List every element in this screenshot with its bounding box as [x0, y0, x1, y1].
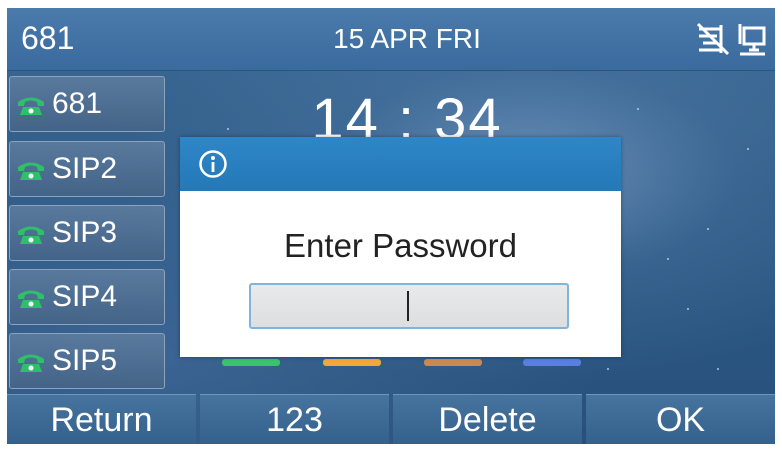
date-label: 15 APR FRI [333, 23, 481, 54]
dialog-header [180, 137, 621, 191]
phone-icon [18, 162, 44, 180]
line-key-label: 681 [52, 87, 103, 120]
return-button[interactable]: Return [7, 394, 196, 444]
delete-button[interactable]: Delete [393, 394, 582, 444]
idle-bar-brown [424, 359, 482, 366]
line-key-label: SIP4 [52, 280, 118, 313]
line-key-sip5[interactable]: SIP5 [9, 333, 165, 389]
account-number: 681 [21, 20, 75, 56]
idle-bar-orange [323, 359, 381, 366]
line-key-sip2[interactable]: SIP2 [9, 141, 165, 197]
input-mode-button[interactable]: 123 [200, 394, 389, 444]
line-key-label: SIP5 [52, 344, 118, 377]
phone-icon [18, 226, 44, 244]
network-disconnected-icon [696, 22, 730, 56]
status-bar: 681 15 APR FRI [7, 8, 775, 71]
dialog-title: Enter Password [284, 227, 517, 264]
phone-icon [18, 290, 44, 308]
line-key-sip3[interactable]: SIP3 [9, 205, 165, 261]
idle-bar-blue [523, 359, 581, 366]
idle-bar-green [222, 359, 280, 366]
line-key-label: SIP3 [52, 216, 118, 249]
text-caret [407, 291, 409, 321]
phone-screen: 681 15 APR FRI 681 SIP2 SIP3 SIP4 SIP5 1… [7, 8, 775, 444]
password-input[interactable] [249, 283, 569, 329]
ok-button[interactable]: OK [586, 394, 775, 444]
line-key-sip4[interactable]: SIP4 [9, 269, 165, 325]
password-dialog: Enter Password [180, 137, 621, 357]
phone-icon [18, 97, 44, 115]
ethernet-icon [738, 24, 766, 56]
line-key-681[interactable]: 681 [9, 76, 165, 132]
info-icon [199, 150, 227, 178]
softkey-bar: Return 123 Delete OK [7, 394, 775, 444]
phone-icon [18, 354, 44, 372]
line-key-label: SIP2 [52, 152, 118, 185]
